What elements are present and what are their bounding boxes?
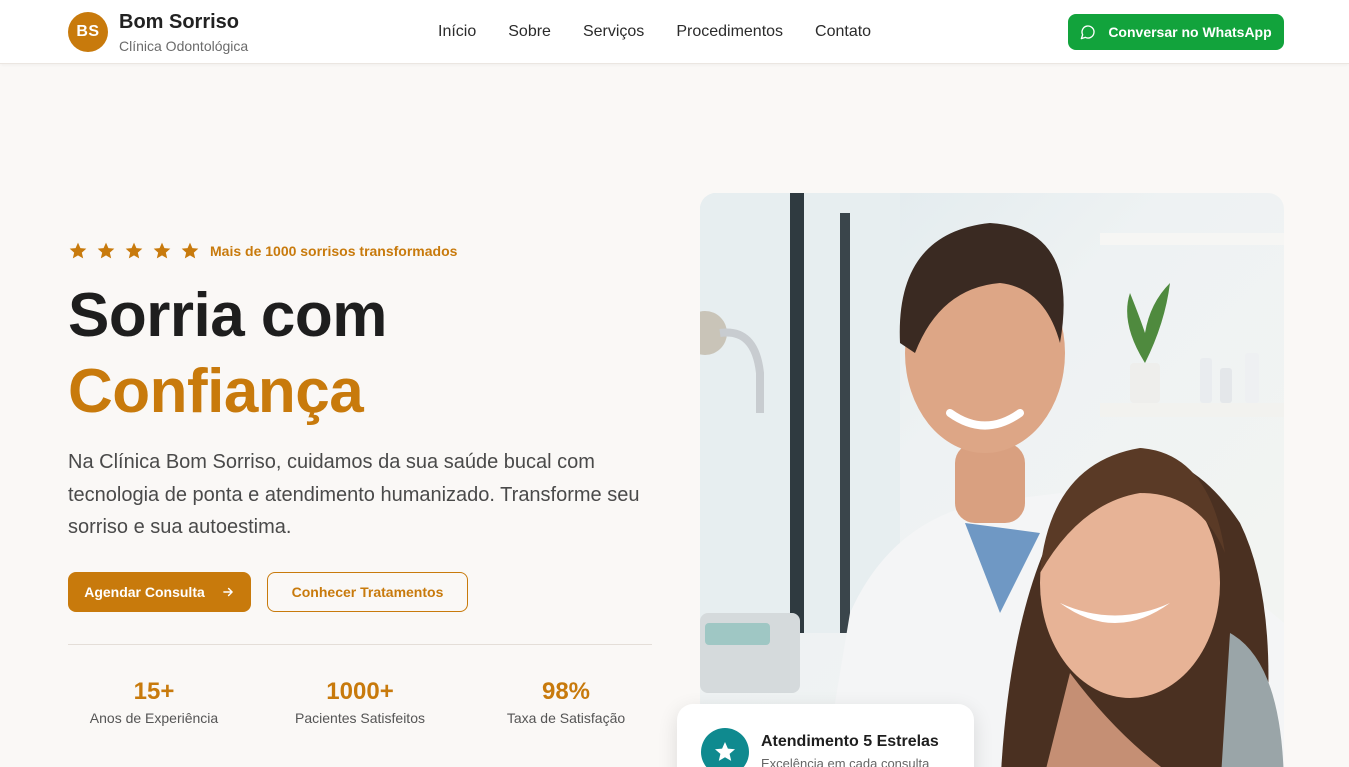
whatsapp-button[interactable]: Conversar no WhatsApp — [1068, 14, 1284, 50]
nav-item-contato[interactable]: Contato — [815, 22, 871, 42]
stat-satisfaction: 98% Taxa de Satisfação — [480, 678, 652, 726]
card-title: Atendimento 5 Estrelas — [761, 733, 939, 750]
stat-label: Pacientes Satisfeitos — [295, 710, 425, 726]
dentist-patient-illustration — [700, 193, 1284, 767]
logo-badge[interactable]: BS — [68, 12, 108, 52]
star-icon — [97, 242, 115, 259]
site-header: BS Bom Sorriso Clínica Odontológica Iníc… — [0, 0, 1349, 64]
star-icon — [181, 242, 199, 259]
stat-value: 15+ — [133, 678, 175, 705]
stat-patients: 1000+ Pacientes Satisfeitos — [272, 678, 448, 726]
whatsapp-button-label: Conversar no WhatsApp — [1108, 24, 1272, 40]
stat-experience: 15+ Anos de Experiência — [68, 678, 240, 726]
star-badge-icon — [701, 728, 749, 767]
rating-text: Mais de 1000 sorrisos transformados — [210, 243, 458, 259]
star-icon — [153, 242, 171, 259]
main-nav: Início Sobre Serviços Procedimentos Cont… — [438, 22, 903, 42]
hero-lead: Na Clínica Bom Sorriso, cuidamos da sua … — [68, 451, 640, 538]
star-icon — [69, 242, 87, 259]
rating-row: Mais de 1000 sorrisos transformados — [68, 241, 457, 261]
nav-item-procedimentos[interactable]: Procedimentos — [676, 22, 783, 42]
nav-item-sobre[interactable]: Sobre — [508, 22, 551, 42]
brand-subtitle: Clínica Odontológica — [119, 38, 249, 54]
hero-title-line2: Confiança — [68, 357, 364, 426]
hero-title-line1: Sorria com — [68, 281, 387, 350]
treatments-button[interactable]: Conhecer Tratamentos — [267, 572, 468, 612]
schedule-button[interactable]: Agendar Consulta — [68, 572, 251, 612]
stat-value: 98% — [541, 678, 591, 705]
stats-divider — [68, 644, 652, 645]
hero-photo — [700, 193, 1284, 767]
nav-item-inicio[interactable]: Início — [438, 22, 476, 42]
stat-label: Anos de Experiência — [89, 710, 219, 726]
star-icon — [125, 242, 143, 259]
five-star-card: Atendimento 5 Estrelas Excelência em cad… — [677, 704, 974, 767]
stat-label: Taxa de Satisfação — [506, 710, 626, 726]
brand-name[interactable]: Bom Sorriso — [119, 11, 239, 34]
chat-bubble-icon — [1080, 25, 1095, 40]
arrow-right-icon — [222, 587, 233, 597]
nav-item-servicos[interactable]: Serviços — [583, 22, 644, 42]
schedule-button-label: Agendar Consulta — [84, 584, 205, 600]
card-subtitle: Excelência em cada consulta — [761, 756, 930, 767]
stat-value: 1000+ — [326, 678, 394, 705]
treatments-button-label: Conhecer Tratamentos — [291, 584, 444, 600]
